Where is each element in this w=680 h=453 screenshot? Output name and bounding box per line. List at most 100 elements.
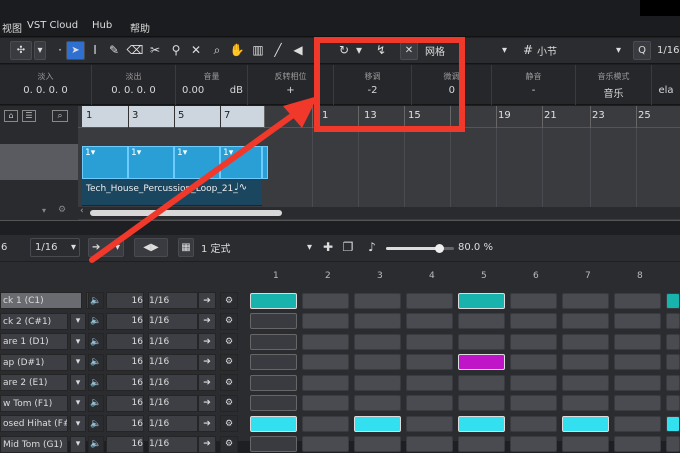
step-pad[interactable] bbox=[302, 395, 349, 411]
step-pad[interactable] bbox=[510, 415, 557, 432]
step-pad[interactable] bbox=[250, 415, 297, 432]
step-pad[interactable] bbox=[562, 333, 609, 350]
speaker-icon[interactable]: 🔈 bbox=[88, 312, 104, 330]
lane-menu-dropdown[interactable]: ▾ bbox=[70, 415, 86, 432]
step-pad[interactable] bbox=[354, 333, 401, 350]
step-pad[interactable] bbox=[458, 313, 505, 329]
home-icon[interactable]: ⌂ bbox=[4, 110, 18, 122]
step-count-select[interactable]: 6 bbox=[0, 238, 26, 257]
step-pad[interactable] bbox=[354, 313, 401, 329]
lane-direction-icon[interactable]: ➔ bbox=[198, 312, 216, 330]
erase-tool-icon[interactable]: ⌫ bbox=[127, 42, 144, 58]
comp-tool-icon[interactable]: ▥ bbox=[250, 42, 266, 58]
track-header[interactable] bbox=[0, 144, 78, 180]
speaker-icon[interactable]: 🔈 bbox=[88, 374, 104, 391]
pattern-grid-icon[interactable]: ▦ bbox=[178, 238, 194, 257]
hand-tool-icon[interactable]: ✋ bbox=[229, 42, 245, 58]
speaker-icon[interactable]: 🔈 bbox=[88, 353, 104, 371]
step-pad[interactable] bbox=[302, 374, 349, 391]
add-pattern-icon[interactable]: ✚ bbox=[320, 239, 336, 255]
drum-lane-name[interactable]: are 1 (D1) bbox=[0, 333, 68, 350]
step-pad[interactable] bbox=[406, 333, 453, 350]
step-pad[interactable] bbox=[510, 333, 557, 350]
lane-length-select[interactable]: 1/16 bbox=[148, 292, 198, 309]
pattern-part[interactable]: 1▾ bbox=[82, 146, 128, 179]
lane-velocity[interactable]: 16 bbox=[106, 394, 144, 412]
step-pad[interactable] bbox=[354, 374, 401, 391]
info-volume[interactable]: 音量 0.00 dB bbox=[176, 65, 248, 105]
step-pad[interactable] bbox=[354, 415, 401, 432]
range-select-tool-icon[interactable]: Ⅰ bbox=[87, 42, 103, 58]
info-mute[interactable]: 静音 - bbox=[492, 65, 576, 105]
step-pad[interactable] bbox=[250, 395, 297, 411]
playback-direction-select[interactable]: ➔ ▾ bbox=[88, 238, 124, 257]
step-pad[interactable] bbox=[458, 415, 505, 432]
step-pad[interactable] bbox=[302, 313, 349, 329]
lane-settings-icon[interactable]: ⚙ bbox=[220, 292, 238, 309]
step-pad[interactable] bbox=[458, 354, 505, 370]
speaker-icon[interactable]: 🔈 bbox=[88, 394, 104, 412]
lane-settings-icon[interactable]: ⚙ bbox=[220, 353, 238, 371]
info-musical-mode[interactable]: 音乐模式 音乐 bbox=[576, 65, 652, 105]
step-pad[interactable] bbox=[354, 354, 401, 370]
step-pad[interactable] bbox=[562, 292, 609, 309]
lane-velocity[interactable]: 16 bbox=[106, 435, 144, 453]
step-pad[interactable] bbox=[406, 354, 453, 370]
drum-lane-name[interactable]: are 2 (E1) bbox=[0, 374, 68, 391]
lane-direction-icon[interactable]: ➔ bbox=[198, 353, 216, 371]
step-pad[interactable] bbox=[562, 415, 609, 432]
step-pad[interactable] bbox=[406, 436, 453, 452]
step-pad[interactable] bbox=[562, 374, 609, 391]
step-pad[interactable] bbox=[406, 313, 453, 329]
part-menu-icon[interactable]: 1▾ bbox=[177, 148, 187, 158]
menu-view[interactable]: 视图 bbox=[2, 20, 22, 35]
speaker-icon[interactable]: 🔈 bbox=[88, 333, 104, 350]
pattern-part[interactable]: 1▾ bbox=[220, 146, 262, 179]
step-pad[interactable] bbox=[406, 415, 453, 432]
draw-tool-icon[interactable]: ✎ bbox=[106, 42, 122, 58]
step-pad[interactable] bbox=[302, 354, 349, 370]
drum-lane-name[interactable]: Mid Tom (G1) bbox=[0, 435, 68, 453]
step-pad[interactable] bbox=[666, 436, 680, 452]
step-pad[interactable] bbox=[458, 374, 505, 391]
lane-length-select[interactable]: 1/16 bbox=[148, 415, 198, 432]
quantize-preset-select[interactable]: 1/16 bbox=[654, 41, 680, 60]
part-menu-icon[interactable]: 1▾ bbox=[85, 148, 95, 158]
step-pad[interactable] bbox=[458, 333, 505, 350]
step-pad[interactable] bbox=[250, 333, 297, 350]
glue-tool-icon[interactable]: ⚲ bbox=[168, 42, 184, 58]
lane-settings-icon[interactable]: ⚙ bbox=[220, 435, 238, 453]
swing-slider-knob[interactable] bbox=[435, 244, 445, 253]
step-pad[interactable] bbox=[562, 395, 609, 411]
step-pad[interactable] bbox=[614, 415, 661, 432]
shift-steps-button[interactable]: ◀ ▶ bbox=[134, 238, 168, 257]
step-pad[interactable] bbox=[562, 313, 609, 329]
lane-velocity[interactable]: 16 bbox=[106, 333, 144, 350]
horizontal-scrollbar[interactable]: ‹ bbox=[78, 206, 680, 219]
object-select-tool[interactable]: ➤ bbox=[66, 41, 85, 60]
swing-slider[interactable] bbox=[386, 244, 454, 253]
step-pad[interactable] bbox=[510, 374, 557, 391]
step-pad[interactable] bbox=[458, 292, 505, 309]
lane-length-select[interactable]: 1/16 bbox=[148, 374, 198, 391]
step-pad[interactable] bbox=[614, 333, 661, 350]
speaker-icon[interactable]: 🔈 bbox=[88, 292, 104, 309]
pattern-select[interactable]: 1 定式 ▾ bbox=[196, 238, 316, 257]
lane-velocity[interactable]: 16 bbox=[106, 312, 144, 330]
lane-direction-icon[interactable]: ➔ bbox=[198, 394, 216, 412]
lane-velocity[interactable]: 16 bbox=[106, 353, 144, 371]
zoom-tool-icon[interactable]: ⌕ bbox=[209, 42, 225, 58]
step-pad[interactable] bbox=[562, 436, 609, 452]
drum-lane-name[interactable]: ap (D#1) bbox=[0, 353, 68, 371]
drum-lane-name[interactable]: osed Hihat (F#1) bbox=[0, 415, 68, 432]
step-pad[interactable] bbox=[666, 395, 680, 411]
step-pad[interactable] bbox=[510, 313, 557, 329]
lane-direction-icon[interactable]: ➔ bbox=[198, 292, 216, 309]
info-fade-out[interactable]: 淡出 0. 0. 0. 0 bbox=[92, 65, 176, 105]
step-pad[interactable] bbox=[614, 292, 661, 309]
lane-direction-icon[interactable]: ➔ bbox=[198, 435, 216, 453]
lane-menu-dropdown[interactable]: ▾ bbox=[70, 374, 86, 391]
pattern-part[interactable] bbox=[262, 146, 268, 179]
lane-direction-icon[interactable]: ➔ bbox=[198, 415, 216, 432]
step-pad[interactable] bbox=[614, 374, 661, 391]
